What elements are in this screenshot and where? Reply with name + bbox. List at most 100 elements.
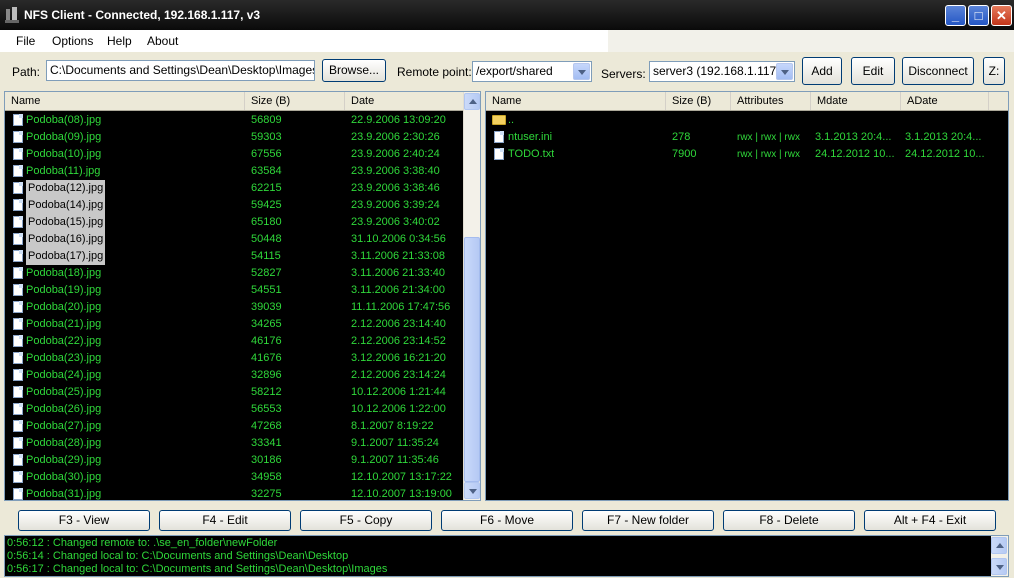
file-name: Podoba(10).jpg xyxy=(26,148,102,160)
file-icon xyxy=(13,437,23,449)
file-icon xyxy=(494,148,504,160)
menu-help[interactable]: Help xyxy=(107,34,132,48)
file-size: 59303 xyxy=(251,131,282,143)
file-size: 54115 xyxy=(251,250,281,262)
disconnect-button[interactable]: Disconnect xyxy=(902,57,974,85)
file-name: Podoba(26).jpg xyxy=(26,403,102,415)
file-mdate: 3.1.2013 20:4... xyxy=(815,131,892,143)
menu-options[interactable]: Options xyxy=(52,34,93,48)
table-row[interactable]: Podoba(11).jpg 63584 23.9.2006 3:38:40 xyxy=(5,163,480,180)
table-row[interactable]: Podoba(08).jpg 56809 22.9.2006 13:09:20 xyxy=(5,112,480,129)
log-entry: 0:56:17 : Changed local to: C:\Documents… xyxy=(7,563,388,575)
scroll-up-button[interactable] xyxy=(464,93,480,110)
file-icon xyxy=(13,233,23,245)
file-size: 34958 xyxy=(251,471,282,483)
table-row[interactable]: Podoba(12).jpg 62215 23.9.2006 3:38:46 xyxy=(5,180,480,197)
file-name: Podoba(17).jpg xyxy=(26,248,106,265)
add-server-button[interactable]: Add xyxy=(802,57,842,85)
table-row[interactable]: Podoba(31).jpg 32275 12.10.2007 13:19:00 xyxy=(5,486,480,500)
maximize-button[interactable]: □ xyxy=(968,5,989,26)
edit-server-button[interactable]: Edit xyxy=(851,57,895,85)
file-date: 23.9.2006 2:40:24 xyxy=(351,148,440,160)
file-name: Podoba(21).jpg xyxy=(26,318,102,330)
file-size: 62215 xyxy=(251,182,282,194)
local-col-name[interactable]: Name xyxy=(5,92,245,110)
close-button[interactable]: ✕ xyxy=(991,5,1012,26)
table-row[interactable]: Podoba(23).jpg 41676 3.12.2006 16:21:20 xyxy=(5,350,480,367)
file-date: 3.11.2006 21:34:00 xyxy=(351,284,445,296)
path-input[interactable]: C:\Documents and Settings\Dean\Desktop\I… xyxy=(46,60,315,81)
table-row[interactable]: Podoba(19).jpg 54551 3.11.2006 21:34:00 xyxy=(5,282,480,299)
table-row[interactable]: Podoba(10).jpg 67556 23.9.2006 2:40:24 xyxy=(5,146,480,163)
file-icon xyxy=(13,199,23,211)
remote-col-mdate[interactable]: Mdate xyxy=(811,92,901,110)
file-date: 23.9.2006 2:30:26 xyxy=(351,131,440,143)
table-row[interactable]: ntuser.ini 278 rwx | rwx | rwx 3.1.2013 20:… xyxy=(486,129,1008,146)
drive-button[interactable]: Z: xyxy=(983,57,1005,85)
minimize-button[interactable]: _ xyxy=(945,5,966,26)
remote-point-value: /export/shared xyxy=(476,64,553,78)
table-row[interactable]: TODO.txt 7900 rwx | rwx | rwx 24.12.2012 10… xyxy=(486,146,1008,163)
chevron-down-icon[interactable] xyxy=(573,63,590,80)
table-row[interactable]: Podoba(27).jpg 47268 8.1.2007 8:19:22 xyxy=(5,418,480,435)
table-row[interactable]: Podoba(16).jpg 50448 31.10.2006 0:34:56 xyxy=(5,231,480,248)
file-size: 39039 xyxy=(251,301,282,313)
delete-button[interactable]: F8 - Delete xyxy=(723,510,855,531)
file-date: 2.12.2006 23:14:52 xyxy=(351,335,446,347)
table-row[interactable]: Podoba(30).jpg 34958 12.10.2007 13:17:22 xyxy=(5,469,480,486)
menu-about[interactable]: About xyxy=(147,34,178,48)
new-folder-button[interactable]: F7 - New folder xyxy=(582,510,714,531)
file-icon xyxy=(13,131,23,143)
file-date: 9.1.2007 11:35:46 xyxy=(351,454,439,466)
file-date: 3.11.2006 21:33:08 xyxy=(351,250,445,262)
file-name: Podoba(29).jpg xyxy=(26,454,102,466)
file-icon xyxy=(13,216,23,228)
servers-select[interactable]: server3 (192.168.1.117@ xyxy=(649,61,795,82)
log-entry: 0:56:12 : Changed remote to: .\se_en_fol… xyxy=(7,537,278,549)
log-scrollbar[interactable] xyxy=(991,536,1008,576)
table-row[interactable]: Podoba(09).jpg 59303 23.9.2006 2:30:26 xyxy=(5,129,480,146)
table-row[interactable]: Podoba(17).jpg 54115 3.11.2006 21:33:08 xyxy=(5,248,480,265)
move-button[interactable]: F6 - Move xyxy=(441,510,573,531)
local-scrollbar[interactable] xyxy=(463,92,480,500)
remote-file-list[interactable]: Name Size (B) Attributes Mdate ADate .. n… xyxy=(485,91,1009,501)
remote-col-adate[interactable]: ADate xyxy=(901,92,989,110)
table-row[interactable]: Podoba(14).jpg 59425 23.9.2006 3:39:24 xyxy=(5,197,480,214)
table-row[interactable]: Podoba(21).jpg 34265 2.12.2006 23:14:40 xyxy=(5,316,480,333)
table-row[interactable]: Podoba(29).jpg 30186 9.1.2007 11:35:46 xyxy=(5,452,480,469)
chevron-down-icon[interactable] xyxy=(776,63,793,80)
remote-col-size[interactable]: Size (B) xyxy=(666,92,731,110)
scroll-down-button[interactable] xyxy=(991,558,1007,575)
exit-button[interactable]: Alt + F4 - Exit xyxy=(864,510,996,531)
table-row[interactable]: .. xyxy=(486,112,1008,129)
file-name: Podoba(28).jpg xyxy=(26,437,102,449)
table-row[interactable]: Podoba(20).jpg 39039 11.11.2006 17:47:56 xyxy=(5,299,480,316)
edit-button[interactable]: F4 - Edit xyxy=(159,510,291,531)
table-row[interactable]: Podoba(26).jpg 56553 10.12.2006 1:22:00 xyxy=(5,401,480,418)
file-adate: 3.1.2013 20:4... xyxy=(905,131,982,143)
scroll-thumb[interactable] xyxy=(464,237,480,482)
file-icon xyxy=(13,284,23,296)
file-date: 3.11.2006 21:33:40 xyxy=(351,267,445,279)
remote-col-attributes[interactable]: Attributes xyxy=(731,92,811,110)
view-button[interactable]: F3 - View xyxy=(18,510,150,531)
table-row[interactable]: Podoba(25).jpg 58212 10.12.2006 1:21:44 xyxy=(5,384,480,401)
scroll-down-button[interactable] xyxy=(464,482,480,499)
title-bar: NFS Client - Connected, 192.168.1.117, v… xyxy=(0,0,1014,30)
local-col-date[interactable]: Date xyxy=(345,92,465,110)
table-row[interactable]: Podoba(28).jpg 33341 9.1.2007 11:35:24 xyxy=(5,435,480,452)
local-col-size[interactable]: Size (B) xyxy=(245,92,345,110)
menu-file[interactable]: File xyxy=(16,34,35,48)
remote-point-select[interactable]: /export/shared xyxy=(472,61,592,82)
table-row[interactable]: Podoba(18).jpg 52827 3.11.2006 21:33:40 xyxy=(5,265,480,282)
remote-col-name[interactable]: Name xyxy=(486,92,666,110)
table-row[interactable]: Podoba(24).jpg 32896 2.12.2006 23:14:24 xyxy=(5,367,480,384)
toolbar: Path: C:\Documents and Settings\Dean\Des… xyxy=(0,52,1014,90)
table-row[interactable]: Podoba(22).jpg 46176 2.12.2006 23:14:52 xyxy=(5,333,480,350)
local-file-list[interactable]: Name Size (B) Date Podoba(08).jpg 56809 22… xyxy=(4,91,481,501)
scroll-up-button[interactable] xyxy=(991,537,1007,554)
file-icon xyxy=(13,454,23,466)
table-row[interactable]: Podoba(15).jpg 65180 23.9.2006 3:40:02 xyxy=(5,214,480,231)
browse-button[interactable]: Browse... xyxy=(322,59,386,82)
copy-button[interactable]: F5 - Copy xyxy=(300,510,432,531)
